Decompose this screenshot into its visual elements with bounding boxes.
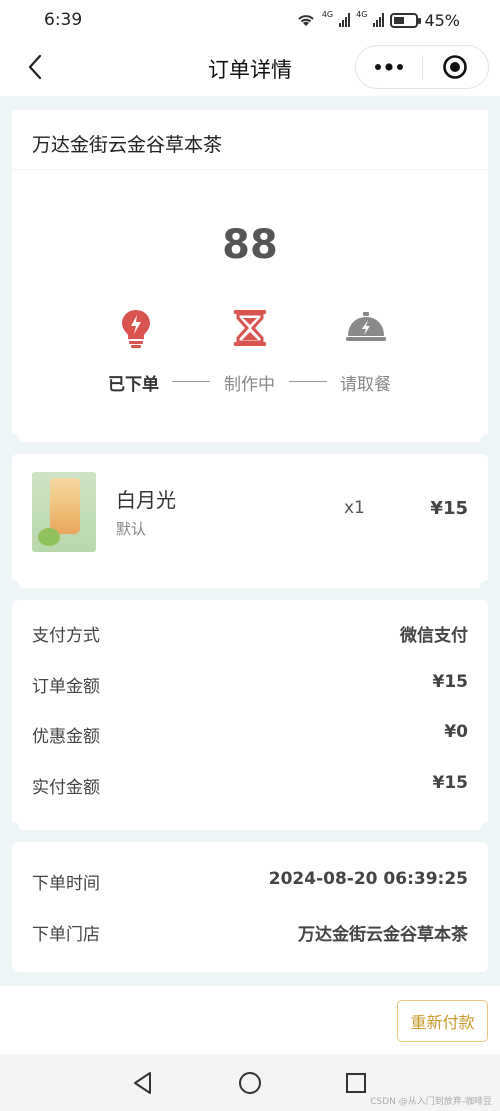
home-circle-icon[interactable] (237, 1070, 263, 1096)
recents-square-icon[interactable] (343, 1070, 369, 1096)
pickup-number: 88 (222, 222, 278, 268)
discount-amount-row: 优惠金额 ¥0 (12, 709, 488, 760)
row-value: ¥15 (432, 671, 469, 692)
close-mini-program-button[interactable] (423, 46, 489, 88)
row-label: 下单门店 (32, 924, 100, 945)
step-pickup-label: 请取餐 (340, 375, 391, 395)
product-spec: 默认 (116, 520, 147, 538)
row-label: 优惠金额 (32, 727, 100, 747)
more-button[interactable] (356, 46, 422, 88)
row-value: 万达金街云金谷草本茶 (298, 924, 468, 945)
watermark: CSDN @从入门到放弃-咖啡豆 (370, 1097, 492, 1107)
order-store-row: 下单门店 万达金街云金谷草本茶 (12, 907, 488, 958)
paid-amount-row: 实付金额 ¥15 (12, 760, 488, 811)
signal-icon (339, 13, 351, 27)
step-connector (172, 381, 210, 382)
clock: 6:39 (44, 10, 83, 30)
order-time-row: 下单时间 2024-08-20 06:39:25 (12, 856, 488, 907)
repay-button[interactable]: 重新付款 (397, 1000, 488, 1042)
back-triangle-icon[interactable] (130, 1070, 156, 1096)
card-gap (4, 434, 496, 454)
row-label: 支付方式 (32, 626, 100, 646)
store-name: 万达金街云金谷草本茶 (32, 134, 223, 156)
target-close-icon (443, 55, 468, 79)
more-dots-icon (374, 63, 403, 71)
row-value: 微信支付 (400, 626, 468, 646)
status-icons: 4G 4G 45% (296, 9, 460, 30)
signal-icon-2 (373, 13, 385, 27)
network-type-1: 4G (321, 9, 334, 19)
card-gap (4, 822, 496, 842)
row-label: 实付金额 (32, 777, 100, 798)
battery-icon (390, 12, 422, 28)
step-making-label: 制作中 (224, 375, 275, 395)
store-header: 万达金街云金谷草本茶 (12, 110, 488, 170)
nav-bar: 订单详情 (0, 40, 500, 96)
network-type-2: 4G (356, 9, 368, 19)
row-value: ¥15 (432, 772, 469, 793)
row-value: 2024-08-20 06:39:25 (268, 869, 468, 889)
order-status-card: 88 已下单 制作中 请取餐 (12, 170, 488, 442)
payment-summary: 支付方式 微信支付 订单金额 ¥15 优惠金额 ¥0 实付金额 ¥15 (12, 600, 488, 830)
system-navigation-bar: CSDN @从入门到放弃-咖啡豆 (0, 1054, 500, 1111)
product-quantity: x1 (344, 498, 365, 518)
cloche-bell-icon (346, 312, 386, 341)
row-label: 下单时间 (32, 874, 100, 894)
battery-level: 45% (424, 10, 460, 30)
product-price: ¥15 (430, 498, 468, 519)
product-image (32, 472, 96, 552)
payment-method-row: 支付方式 微信支付 (12, 608, 488, 659)
step-connector (289, 381, 327, 382)
wifi-icon (298, 15, 314, 26)
status-bar: 6:39 4G 4G 45% (0, 0, 500, 40)
product-name: 白月光 (116, 488, 176, 512)
order-detail-content: 万达金街云金谷草本茶 88 已下单 制作中 请取餐 白月光 默认 x1 ¥15 … (4, 110, 496, 972)
step-ordered-label: 已下单 (108, 375, 159, 395)
row-label: 订单金额 (32, 676, 100, 697)
bottom-action-bar: 重新付款 (0, 986, 500, 1054)
card-gap (4, 580, 496, 600)
hourglass-icon (234, 310, 266, 346)
order-info: 下单时间 2024-08-20 06:39:25 下单门店 万达金街云金谷草本茶 (12, 842, 488, 972)
order-amount-row: 订单金额 ¥15 (12, 659, 488, 710)
mini-program-capsule (355, 45, 489, 89)
lightbulb-icon (122, 310, 150, 348)
product-item: 白月光 默认 x1 ¥15 (12, 454, 488, 588)
row-value: ¥0 (444, 722, 468, 742)
